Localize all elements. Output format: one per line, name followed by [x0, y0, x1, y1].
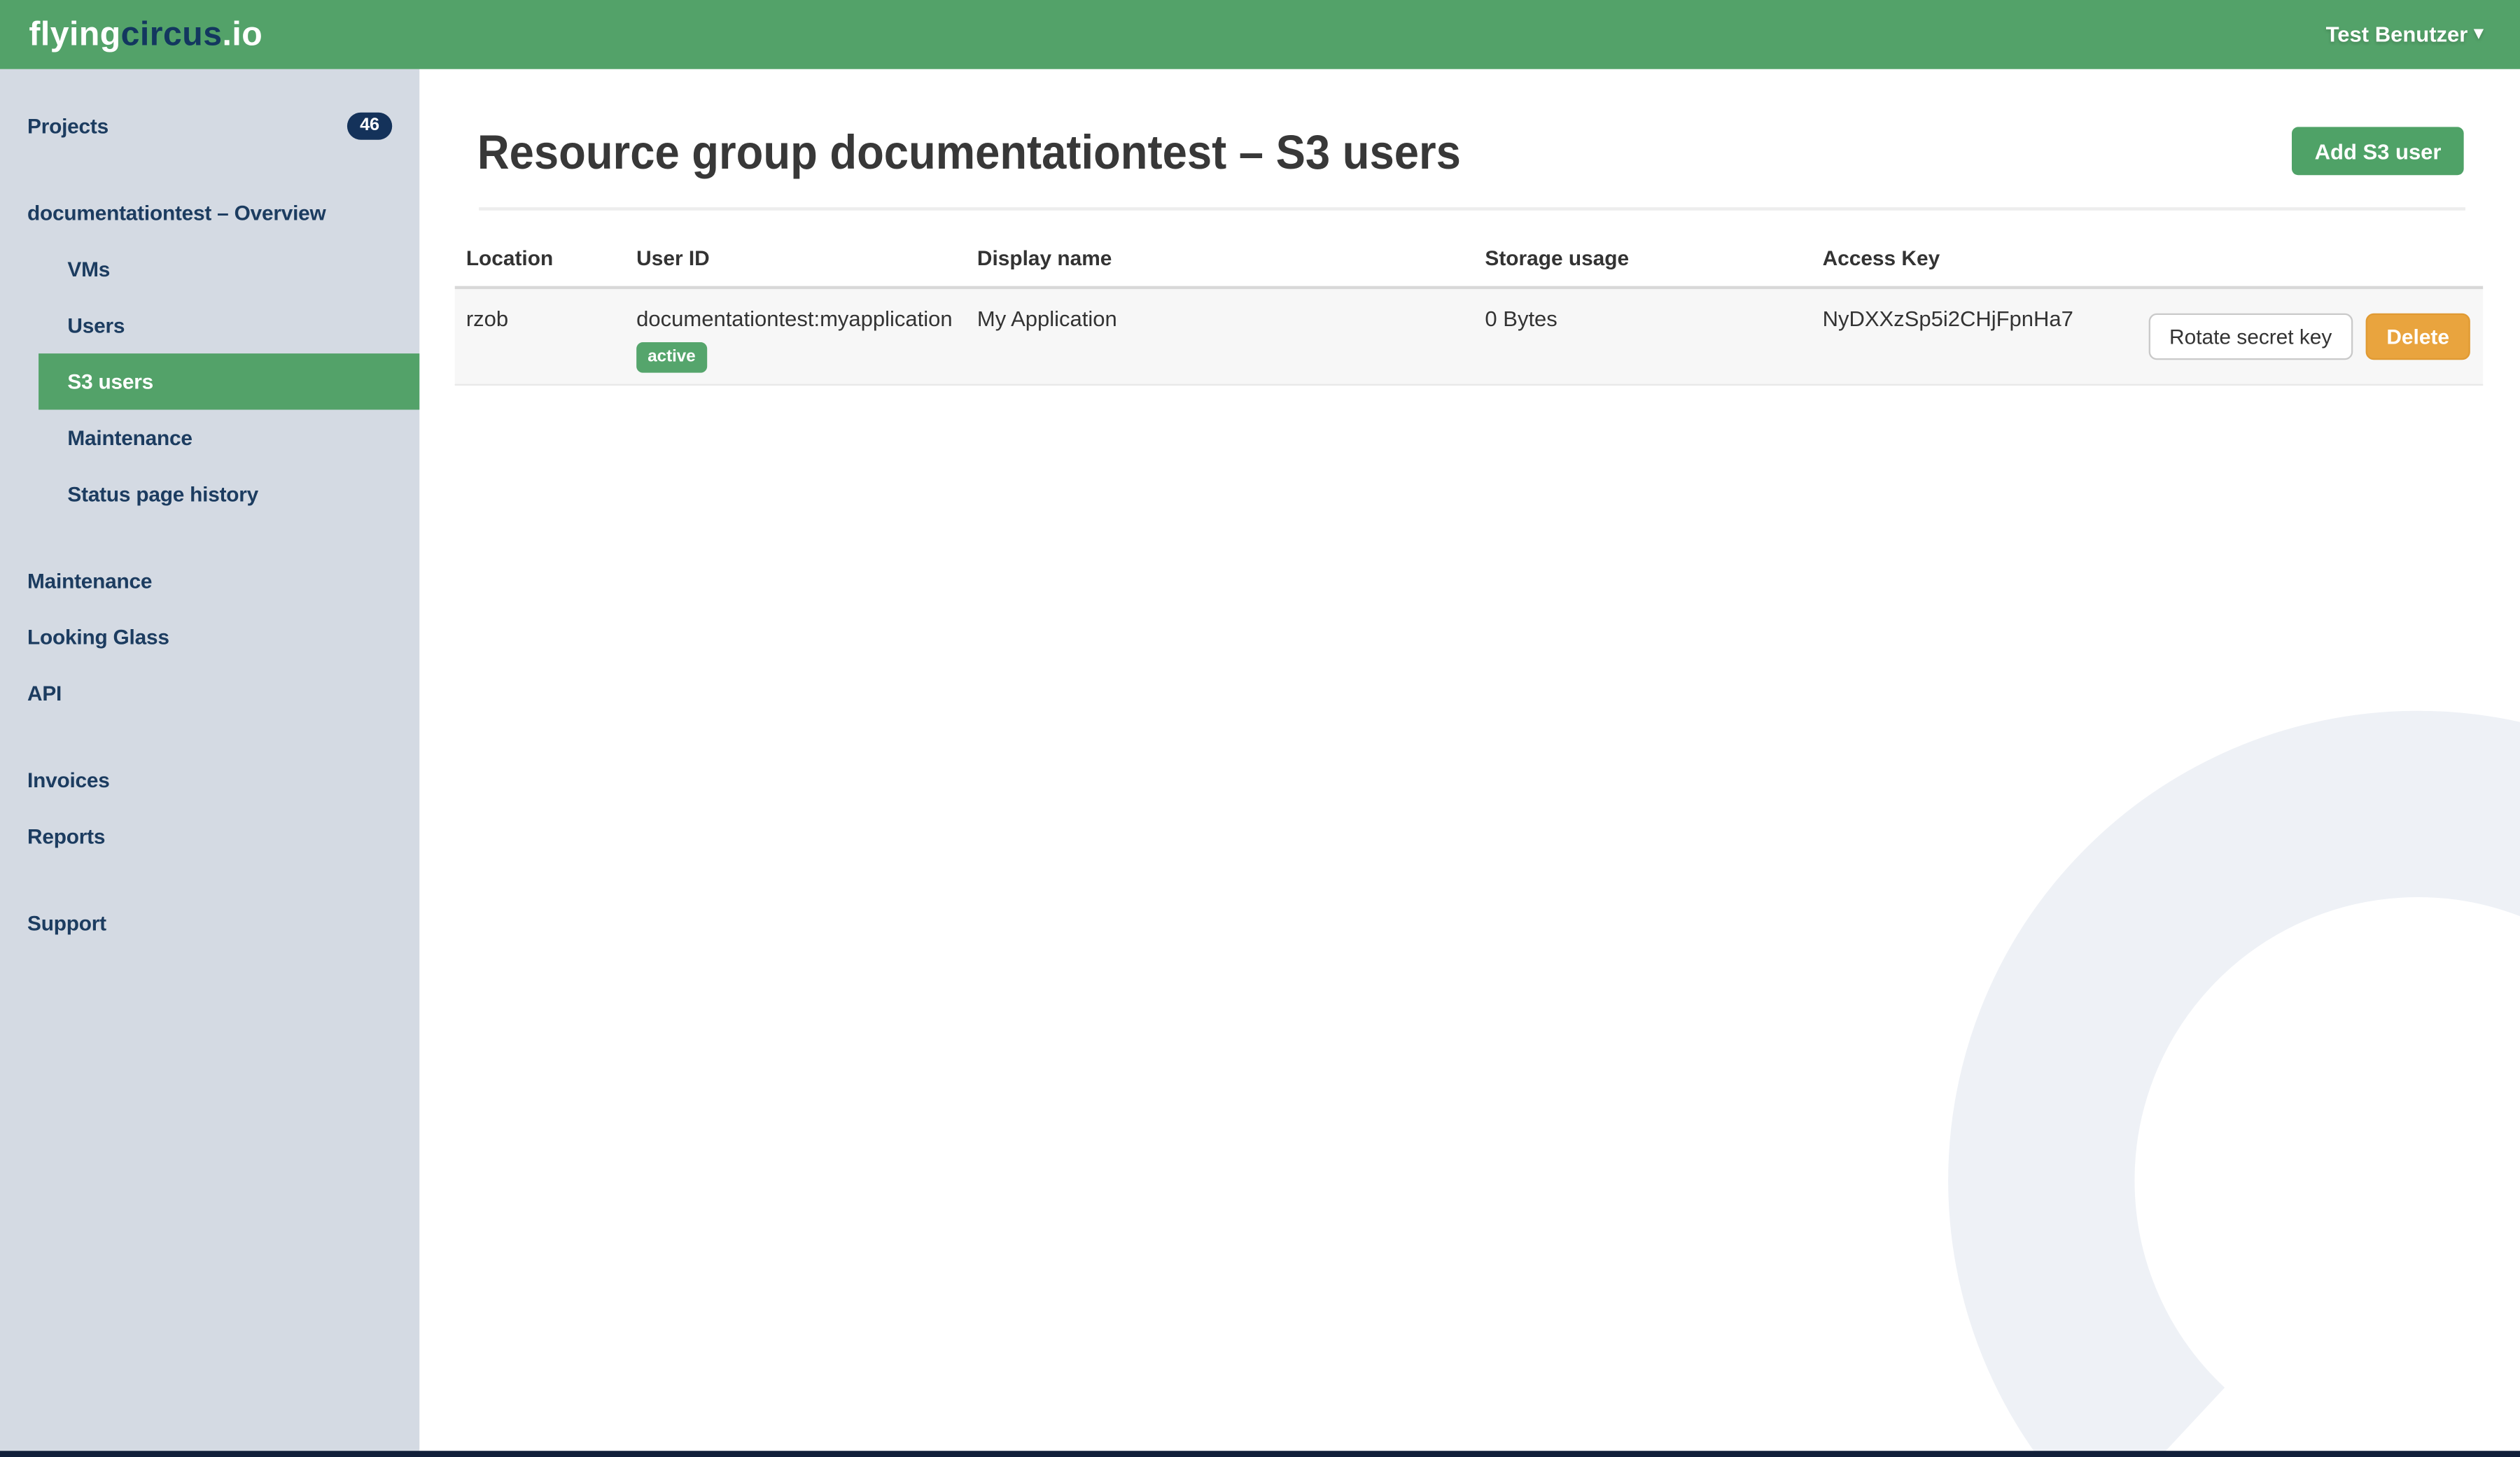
- sidebar-group-billing: Invoices Reports: [0, 752, 419, 864]
- sidebar-group-resource-group: documentationtest – Overview VMs Users S…: [0, 185, 420, 522]
- app-window: flyingcircus.io Test Benutzer ▾ Projects…: [0, 0, 2520, 1457]
- cell-storage-usage: 0 Bytes: [1485, 307, 1558, 331]
- sidebar-item-users[interactable]: Users: [0, 297, 419, 353]
- projects-count-badge: 46: [346, 112, 393, 140]
- logo-part-flying: flying: [29, 15, 121, 53]
- footer-bar: [0, 1451, 2520, 1457]
- sidebar-group-support: Support: [0, 895, 419, 951]
- logo-part-io: .io: [222, 15, 263, 53]
- sidebar-item-overview[interactable]: documentationtest – Overview: [0, 185, 419, 241]
- cell-user-id: documentationtest:myapplication active: [625, 307, 966, 372]
- user-menu[interactable]: Test Benutzer ▾: [2326, 22, 2484, 46]
- topbar: flyingcircus.io Test Benutzer ▾: [0, 0, 2520, 69]
- table-row: rzob documentationtest:myapplication act…: [454, 289, 2484, 386]
- cell-location: rzob: [465, 307, 509, 331]
- sidebar: Projects 46 documentationtest – Overview…: [0, 69, 420, 1451]
- flyingcircus-logo[interactable]: flyingcircus.io: [29, 17, 262, 51]
- main-content: Resource group documentationtest – S3 us…: [419, 69, 2520, 1451]
- row-actions: Rotate secret key Delete: [2148, 313, 2470, 360]
- column-header-user-id: User ID: [636, 246, 710, 270]
- chevron-down-icon: ▾: [2474, 24, 2484, 43]
- user-id-value: documentationtest:myapplication: [636, 307, 953, 331]
- column-header-location: Location: [465, 246, 554, 270]
- sidebar-item-support[interactable]: Support: [0, 895, 419, 951]
- sidebar-item-status-page-history[interactable]: Status page history: [0, 466, 419, 522]
- cell-display-name: My Application: [976, 307, 1117, 331]
- sidebar-item-s3-users[interactable]: S3 users: [38, 353, 420, 410]
- column-header-storage-usage: Storage usage: [1485, 246, 1630, 270]
- sidebar-item-projects[interactable]: Projects 46: [0, 98, 419, 154]
- sidebar-item-looking-glass[interactable]: Looking Glass: [0, 609, 419, 665]
- status-badge: active: [636, 342, 707, 372]
- column-header-access-key: Access Key: [1822, 246, 1940, 270]
- title-divider: [479, 207, 2465, 211]
- sidebar-item-projects-label: Projects: [27, 114, 109, 139]
- delete-button[interactable]: Delete: [2365, 313, 2470, 360]
- sidebar-item-maintenance-sub[interactable]: Maintenance: [0, 409, 419, 465]
- user-menu-label: Test Benutzer: [2325, 22, 2468, 47]
- page-title: Resource group documentationtest – S3 us…: [477, 127, 1461, 181]
- sidebar-item-maintenance[interactable]: Maintenance: [0, 553, 419, 609]
- column-header-display-name: Display name: [976, 246, 1112, 270]
- table-header-row: Location User ID Display name Storage us…: [454, 230, 2484, 290]
- add-s3-user-button[interactable]: Add S3 user: [2292, 127, 2464, 176]
- logo-part-circus: circus: [120, 15, 223, 53]
- sidebar-item-invoices[interactable]: Invoices: [0, 752, 419, 808]
- sidebar-group-global: Maintenance Looking Glass API: [0, 553, 419, 722]
- sidebar-item-reports[interactable]: Reports: [0, 808, 419, 864]
- sidebar-item-api[interactable]: API: [0, 666, 419, 722]
- sidebar-item-vms[interactable]: VMs: [0, 241, 419, 297]
- s3-users-table: Location User ID Display name Storage us…: [454, 230, 2484, 386]
- rotate-secret-key-button[interactable]: Rotate secret key: [2148, 313, 2353, 360]
